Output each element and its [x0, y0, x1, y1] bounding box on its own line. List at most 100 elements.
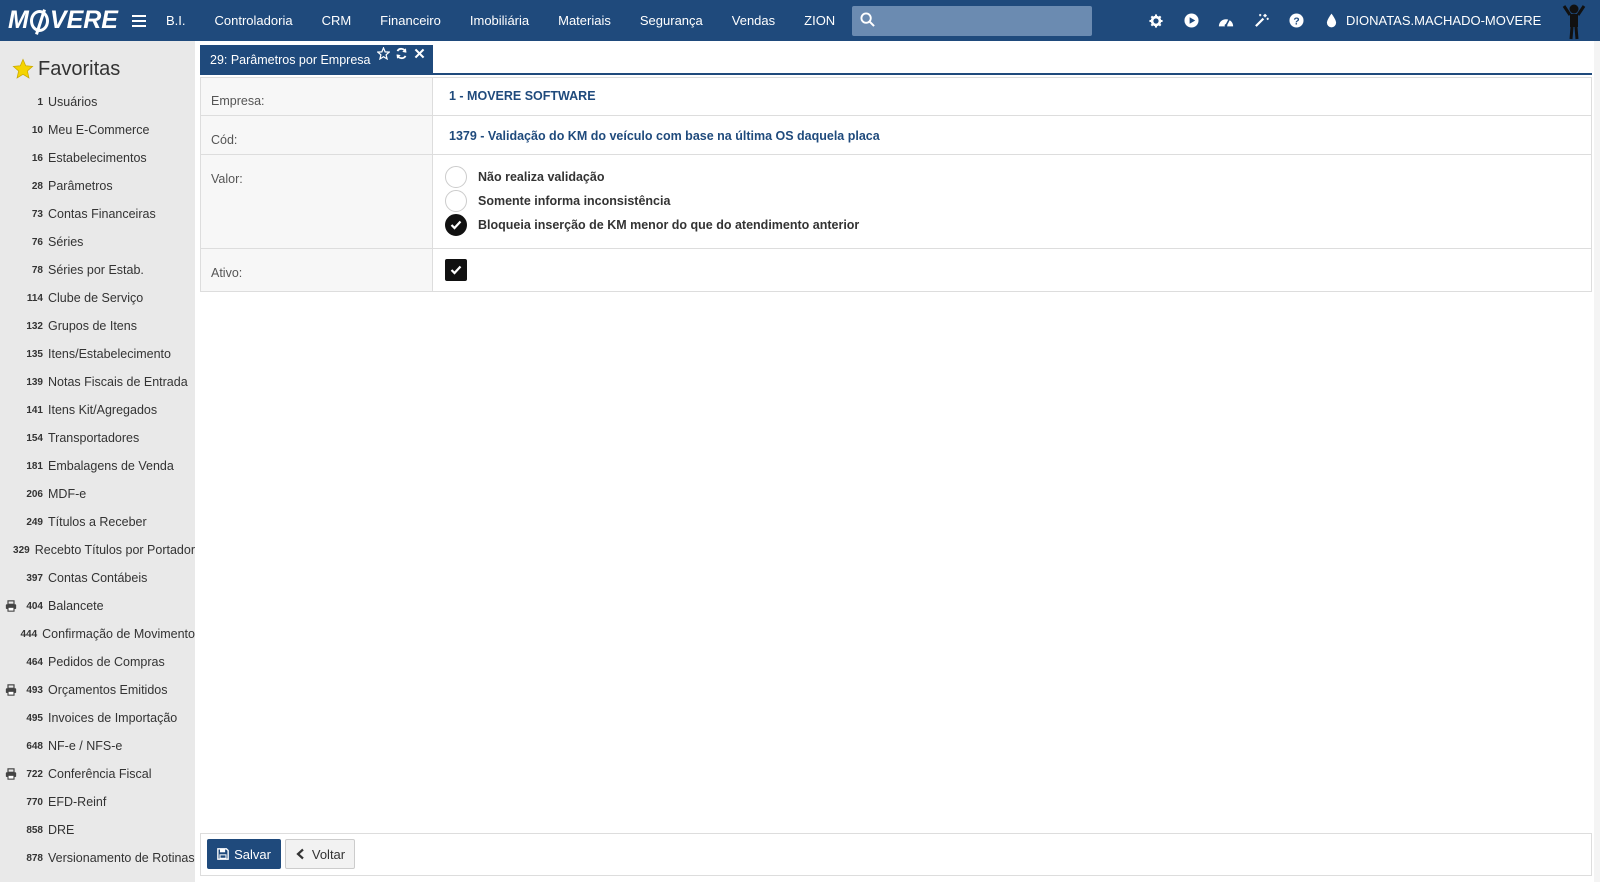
sidebar-favorite-item[interactable]: 135 Itens/Estabelecimento — [0, 340, 195, 368]
sidebar-favorite-item[interactable]: 206 MDF-e — [0, 480, 195, 508]
avatar[interactable] — [1562, 2, 1586, 40]
sidebar-favorite-item[interactable]: 139 Notas Fiscais de Entrada — [0, 368, 195, 396]
sidebar-favorite-item[interactable]: 249 Títulos a Receber — [0, 508, 195, 536]
sidebar-favorite-item[interactable]: 1 Usuários — [0, 88, 195, 116]
favorite-item-number: 141 — [26, 404, 43, 416]
magic-wand-icon[interactable] — [1253, 13, 1269, 29]
sidebar-favorite-item[interactable]: 28 Parâmetros — [0, 172, 195, 200]
row-valor: Valor: Não realiza validação Somente inf… — [201, 155, 1591, 249]
favorites-title: Favoritas — [38, 57, 121, 80]
sidebar-favorite-item[interactable]: 16 Estabelecimentos — [0, 144, 195, 172]
printer-icon[interactable] — [5, 768, 17, 780]
sidebar-favorite-item[interactable]: 78 Séries por Estab. — [0, 256, 195, 284]
menu-item-controladoria[interactable]: Controladoria — [215, 13, 293, 28]
favorite-item-label: Contas Contábeis — [48, 571, 148, 585]
valor-option-bloqueia[interactable]: Bloqueia inserção de KM menor do que do … — [445, 213, 1591, 237]
sidebar-favorite-item[interactable]: 878 Versionamento de Rotinas — [0, 844, 195, 872]
movere-logo[interactable]: M VERE — [0, 0, 118, 41]
radio-button[interactable] — [445, 190, 467, 212]
sidebar-favorite-item[interactable]: 73 Contas Financeiras — [0, 200, 195, 228]
save-button-label: Salvar — [234, 846, 271, 862]
sidebar-favorite-item[interactable]: 495 Invoices de Importação — [0, 704, 195, 732]
sidebar-favorite-item[interactable]: 464 Pedidos de Compras — [0, 648, 195, 676]
sidebar-favorite-item[interactable]: 397 Contas Contábeis — [0, 564, 195, 592]
favorite-item-number: 78 — [31, 264, 43, 276]
sidebar-favorite-item[interactable]: 444 Confirmação de Movimento — [0, 620, 195, 648]
sidebar-favorite-item[interactable]: 493 Orçamentos Emitidos — [0, 676, 195, 704]
favorite-item-number: 495 — [26, 712, 43, 724]
favorite-item-label: Conferência Fiscal — [48, 767, 152, 781]
menu-item-materiais[interactable]: Materiais — [558, 13, 611, 28]
favorite-item-number: 132 — [26, 320, 43, 332]
sidebar-favorite-item[interactable]: 770 EFD-Reinf — [0, 788, 195, 816]
menu-item-imobiliaria[interactable]: Imobiliária — [470, 13, 529, 28]
favorite-item-label: Clube de Serviço — [48, 291, 144, 305]
hamburger-menu-icon[interactable] — [132, 14, 146, 27]
favorite-item-label: Grupos de Itens — [48, 319, 137, 333]
valor-label: Valor: — [201, 155, 433, 248]
favorite-item-label: Itens/Estabelecimento — [48, 347, 171, 361]
tab-parametros-por-empresa[interactable]: 29: Parâmetros por Empresa — [200, 45, 433, 75]
sidebar-favorite-item[interactable]: 329 Recebto Títulos por Portador — [0, 536, 195, 564]
favorite-item-label: Séries por Estab. — [48, 263, 144, 277]
favorite-item-label: MDF-e — [48, 487, 87, 501]
page-scrollbar[interactable] — [1594, 41, 1600, 882]
save-button[interactable]: Salvar — [207, 839, 281, 869]
menu-item-seguranca[interactable]: Segurança — [640, 13, 703, 28]
dashboard-icon[interactable] — [1218, 13, 1234, 29]
refresh-icon[interactable] — [395, 47, 408, 60]
valor-option-nao-realiza[interactable]: Não realiza validação — [445, 165, 1591, 189]
sidebar-favorite-item[interactable]: 132 Grupos de Itens — [0, 312, 195, 340]
favorite-item-number: 648 — [26, 740, 43, 752]
star-outline-icon[interactable] — [377, 47, 390, 60]
printer-icon[interactable] — [5, 600, 17, 612]
valor-option-somente-informa[interactable]: Somente informa inconsistência — [445, 189, 1591, 213]
menu-item-bi[interactable]: B.I. — [166, 13, 186, 28]
play-icon[interactable] — [1183, 13, 1199, 29]
close-icon[interactable] — [413, 47, 426, 60]
radio-button[interactable] — [445, 166, 467, 188]
username[interactable]: DIONATAS.MACHADO-MOVERE — [1346, 0, 1541, 41]
menu-item-zion[interactable]: ZION — [804, 13, 835, 28]
favorite-item-number: 73 — [31, 208, 43, 220]
sidebar-favorite-item[interactable]: 722 Conferência Fiscal — [0, 760, 195, 788]
sidebar-favorite-item[interactable]: 404 Balancete — [0, 592, 195, 620]
gear-icon[interactable] — [1148, 13, 1164, 29]
sidebar-favorite-item[interactable]: 181 Embalagens de Venda — [0, 452, 195, 480]
sidebar-favorite-item[interactable]: 114 Clube de Serviço — [0, 284, 195, 312]
favorite-item-label: Contas Financeiras — [48, 207, 156, 221]
favorite-item-number: 858 — [26, 824, 43, 836]
printer-icon[interactable] — [5, 684, 17, 696]
menu-item-financeiro[interactable]: Financeiro — [380, 13, 441, 28]
search-icon[interactable] — [860, 12, 875, 27]
sidebar-favorite-item[interactable]: 154 Transportadores — [0, 424, 195, 452]
search-input[interactable] — [884, 8, 1084, 34]
favorite-item-label: Balancete — [48, 599, 104, 613]
favorite-item-label: EFD-Reinf — [48, 795, 107, 809]
radio-label: Não realiza validação — [478, 170, 605, 184]
back-button[interactable]: Voltar — [285, 839, 355, 869]
sidebar-favorite-item[interactable]: 858 DRE — [0, 816, 195, 844]
menu-item-crm[interactable]: CRM — [322, 13, 352, 28]
favorite-item-label: Recebto Títulos por Portador — [34, 543, 195, 557]
ativo-checkbox[interactable] — [445, 259, 467, 281]
sidebar-favorite-item[interactable]: 76 Séries — [0, 228, 195, 256]
favorite-item-label: Orçamentos Emitidos — [48, 683, 168, 697]
parameter-form: Empresa: 1 - MOVERE SOFTWARE Cód: 1379 -… — [200, 77, 1592, 292]
favorite-item-number: 135 — [26, 348, 43, 360]
check-icon — [450, 220, 462, 230]
sidebar-favorite-item[interactable]: 10 Meu E-Commerce — [0, 116, 195, 144]
menu-item-vendas[interactable]: Vendas — [732, 13, 775, 28]
sidebar-favorite-item[interactable]: 141 Itens Kit/Agregados — [0, 396, 195, 424]
radio-button-checked[interactable] — [445, 214, 467, 236]
star-icon — [12, 58, 34, 79]
favorite-item-number: 206 — [26, 488, 43, 500]
favorite-item-label: Notas Fiscais de Entrada — [48, 375, 188, 389]
sidebar: Favoritas 1 Usuários 10 Meu E-Commerce 16 Est… — [0, 41, 195, 882]
help-icon[interactable]: ? — [1288, 13, 1304, 29]
sidebar-favorite-item[interactable] — [0, 872, 195, 882]
drop-icon[interactable] — [1323, 13, 1339, 29]
floppy-disk-icon — [217, 848, 229, 860]
sidebar-favorite-item[interactable]: 648 NF-e / NFS-e — [0, 732, 195, 760]
tab-bar: 29: Parâmetros por Empresa — [200, 45, 1592, 75]
